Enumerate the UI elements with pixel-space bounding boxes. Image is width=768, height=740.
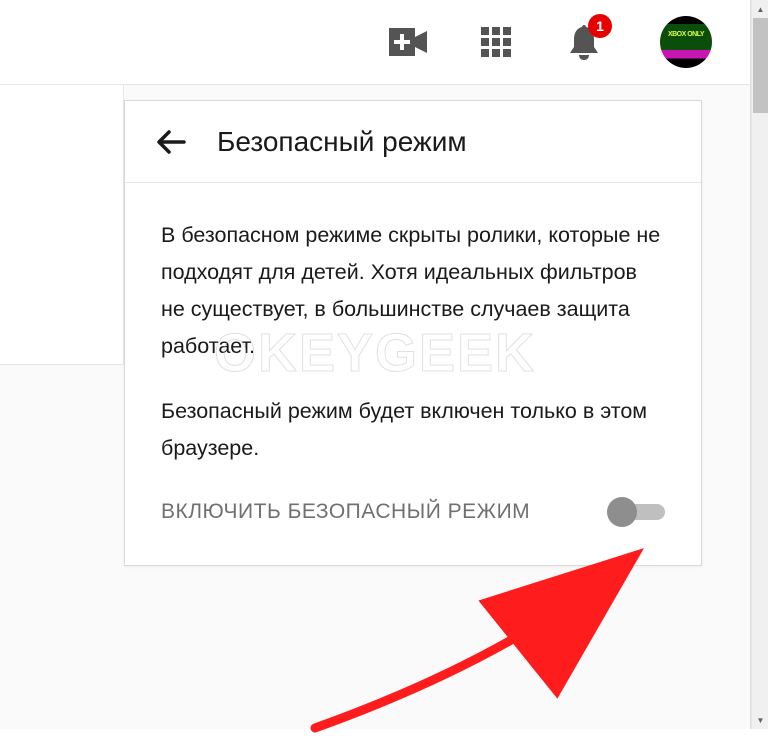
upload-video-button[interactable] (388, 22, 428, 62)
panel-description: В безопасном режиме скрыты ролики, котор… (161, 217, 665, 467)
top-toolbar: 1 XBOX ONLY (0, 0, 750, 85)
scroll-down-button[interactable]: ▼ (752, 711, 768, 729)
vertical-scrollbar[interactable]: ▲ ▼ (751, 0, 768, 729)
description-paragraph-2: Безопасный режим будет включен только в … (161, 393, 665, 467)
scroll-up-button[interactable]: ▲ (752, 0, 768, 18)
safe-mode-toggle[interactable] (607, 499, 665, 525)
notifications-button[interactable]: 1 (564, 22, 604, 62)
back-button[interactable] (151, 122, 191, 162)
apps-grid-button[interactable] (476, 22, 516, 62)
panel-title: Безопасный режим (217, 126, 467, 158)
toggle-row: ВКЛЮЧИТЬ БЕЗОПАСНЫЙ РЕЖИМ (161, 495, 665, 530)
panel-header: Безопасный режим (125, 101, 701, 183)
side-strip (0, 85, 124, 365)
panel-body: В безопасном режиме скрыты ролики, котор… (125, 183, 701, 565)
safe-mode-panel: Безопасный режим В безопасном режиме скр… (124, 100, 702, 566)
description-paragraph-1: В безопасном режиме скрыты ролики, котор… (161, 217, 665, 365)
avatar[interactable]: XBOX ONLY (660, 16, 712, 68)
scroll-thumb[interactable] (753, 18, 768, 113)
annotation-arrow-icon (305, 540, 695, 740)
toggle-label: ВКЛЮЧИТЬ БЕЗОПАСНЫЙ РЕЖИМ (161, 495, 530, 530)
window-outer: 1 XBOX ONLY Безопасный режим В безопасно… (0, 0, 751, 729)
avatar-label: XBOX ONLY (668, 31, 704, 38)
notification-badge: 1 (588, 14, 612, 38)
switch-knob (607, 497, 637, 527)
